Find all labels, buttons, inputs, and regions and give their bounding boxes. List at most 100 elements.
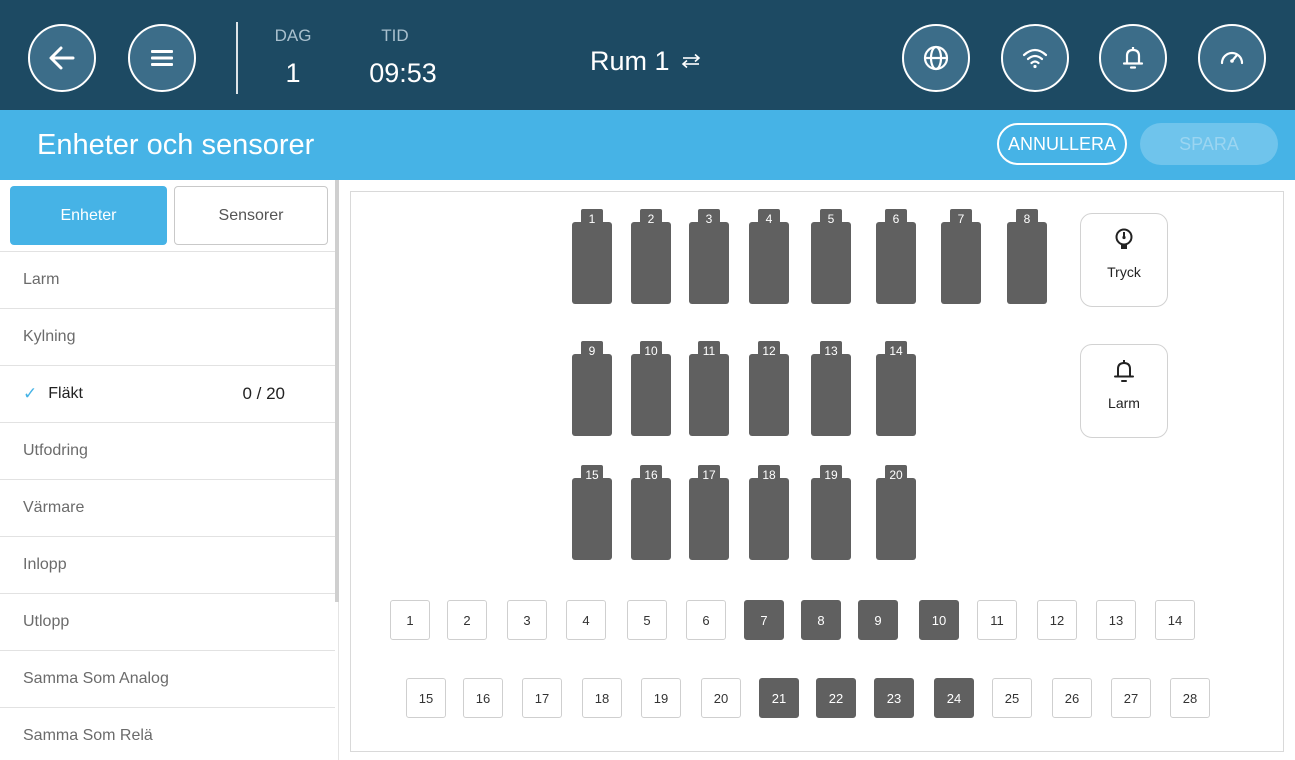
- fan-number: 15: [581, 465, 603, 491]
- sidebar-item-heater[interactable]: Värmare: [0, 479, 335, 536]
- fan-device[interactable]: 20: [876, 465, 916, 560]
- fan-number: 11: [698, 341, 720, 367]
- relay-port-button[interactable]: 21: [759, 678, 799, 718]
- relay-port-button[interactable]: 15: [406, 678, 446, 718]
- alarms-button[interactable]: [1099, 24, 1167, 92]
- relay-port-button[interactable]: 4: [566, 600, 606, 640]
- sidebar-item-same-as-relay[interactable]: Samma Som Relä: [0, 707, 335, 760]
- pressure-sensor-icon: [1113, 226, 1135, 254]
- relay-port-button[interactable]: 12: [1037, 600, 1077, 640]
- relay-port-button[interactable]: 20: [701, 678, 741, 718]
- fan-device[interactable]: 11: [689, 341, 729, 436]
- fan-device[interactable]: 9: [572, 341, 612, 436]
- fan-device[interactable]: 2: [631, 209, 671, 304]
- day-value: 1: [285, 58, 301, 88]
- relay-port-button[interactable]: 1: [390, 600, 430, 640]
- gauge-icon: [1220, 51, 1244, 65]
- arrow-left-icon: [49, 46, 75, 70]
- fan-number: 19: [820, 465, 842, 491]
- language-button[interactable]: [902, 24, 970, 92]
- back-button[interactable]: [28, 24, 96, 92]
- relay-port-button[interactable]: 3: [507, 600, 547, 640]
- sidebar-item-cooling[interactable]: Kylning: [0, 308, 335, 365]
- fan-device[interactable]: 12: [749, 341, 789, 436]
- fan-device[interactable]: 14: [876, 341, 916, 436]
- relay-port-button[interactable]: 5: [627, 600, 667, 640]
- sidebar-item-feeding[interactable]: Utfodring: [0, 422, 335, 479]
- device-category-list: Larm Kylning ✓ Fläkt 0 / 20 Utfodring Vä…: [0, 251, 335, 760]
- sidebar-item-label: Samma Som Analog: [23, 670, 169, 687]
- fan-count: 0 / 20: [242, 384, 285, 403]
- relay-port-button[interactable]: 8: [801, 600, 841, 640]
- fan-number: 13: [820, 341, 842, 367]
- fan-number: 5: [820, 209, 842, 235]
- relay-port-button[interactable]: 16: [463, 678, 503, 718]
- fan-device[interactable]: 6: [876, 209, 916, 304]
- relay-port-button[interactable]: 6: [686, 600, 726, 640]
- fan-device[interactable]: 5: [811, 209, 851, 304]
- relay-port-button[interactable]: 22: [816, 678, 856, 718]
- fan-device[interactable]: 8: [1007, 209, 1047, 304]
- relay-port-button[interactable]: 13: [1096, 600, 1136, 640]
- relay-port-button[interactable]: 24: [934, 678, 974, 718]
- relay-port-button[interactable]: 11: [977, 600, 1017, 640]
- menu-button[interactable]: [128, 24, 196, 92]
- relay-port-button[interactable]: 28: [1170, 678, 1210, 718]
- fan-number: 18: [758, 465, 780, 491]
- hamburger-menu-icon: [151, 50, 173, 66]
- swap-arrows-icon: [680, 53, 702, 69]
- relay-port-button[interactable]: 19: [641, 678, 681, 718]
- cancel-button[interactable]: ANNULLERA: [997, 123, 1127, 165]
- sidebar-item-label: Utfodring: [23, 442, 88, 459]
- relay-port-button[interactable]: 25: [992, 678, 1032, 718]
- sidebar-item-inlet[interactable]: Inlopp: [0, 536, 335, 593]
- fan-device[interactable]: 18: [749, 465, 789, 560]
- relay-port-button[interactable]: 26: [1052, 678, 1092, 718]
- fan-device[interactable]: 10: [631, 341, 671, 436]
- fan-device[interactable]: 17: [689, 465, 729, 560]
- relay-port-button[interactable]: 23: [874, 678, 914, 718]
- sidebar-item-same-as-analog[interactable]: Samma Som Analog: [0, 650, 335, 707]
- sidebar-item-label: Värmare: [23, 499, 85, 516]
- fan-device[interactable]: 3: [689, 209, 729, 304]
- globe-icon: [923, 45, 949, 71]
- relay-port-button[interactable]: 17: [522, 678, 562, 718]
- sidebar-item-label: Samma Som Relä: [23, 727, 153, 744]
- sidebar-item-alarm[interactable]: Larm: [0, 251, 335, 308]
- title-bar: Enheter och sensorer ANNULLERA SPARA: [0, 110, 1295, 180]
- sidebar-item-fan[interactable]: ✓ Fläkt 0 / 20: [0, 365, 335, 422]
- alarm-card[interactable]: Larm: [1080, 344, 1168, 438]
- tab-devices[interactable]: Enheter: [10, 186, 167, 245]
- relay-port-button[interactable]: 18: [582, 678, 622, 718]
- time-caption: TID: [381, 26, 409, 45]
- fan-device[interactable]: 13: [811, 341, 851, 436]
- relay-port-button[interactable]: 14: [1155, 600, 1195, 640]
- fan-device[interactable]: 7: [941, 209, 981, 304]
- relay-port-button[interactable]: 9: [858, 600, 898, 640]
- tab-sensors[interactable]: Sensorer: [174, 186, 328, 245]
- room-selector[interactable]: Rum 1: [590, 44, 760, 78]
- sidebar-scrollbar[interactable]: [335, 180, 339, 602]
- fan-device[interactable]: 4: [749, 209, 789, 304]
- fan-device[interactable]: 15: [572, 465, 612, 560]
- network-button[interactable]: [1001, 24, 1069, 92]
- relay-port-button[interactable]: 10: [919, 600, 959, 640]
- fan-number: 20: [885, 465, 907, 491]
- room-name: Rum 1: [590, 45, 670, 76]
- save-button[interactable]: SPARA: [1140, 123, 1278, 165]
- bell-icon: [1122, 47, 1144, 69]
- dashboard-button[interactable]: [1198, 24, 1266, 92]
- relay-port-button[interactable]: 27: [1111, 678, 1151, 718]
- pressure-card[interactable]: Tryck: [1080, 213, 1168, 307]
- fan-device[interactable]: 16: [631, 465, 671, 560]
- fan-number: 6: [885, 209, 907, 235]
- fan-device[interactable]: 19: [811, 465, 851, 560]
- header-divider: [236, 22, 238, 94]
- relay-port-button[interactable]: 2: [447, 600, 487, 640]
- fan-device[interactable]: 1: [572, 209, 612, 304]
- sidebar: Enheter Sensorer Larm Kylning ✓ Fläkt 0 …: [0, 180, 340, 760]
- wifi-icon: [1022, 48, 1048, 69]
- sidebar-item-outlet[interactable]: Utlopp: [0, 593, 335, 650]
- relay-port-button[interactable]: 7: [744, 600, 784, 640]
- alarm-label: Larm: [1108, 395, 1140, 411]
